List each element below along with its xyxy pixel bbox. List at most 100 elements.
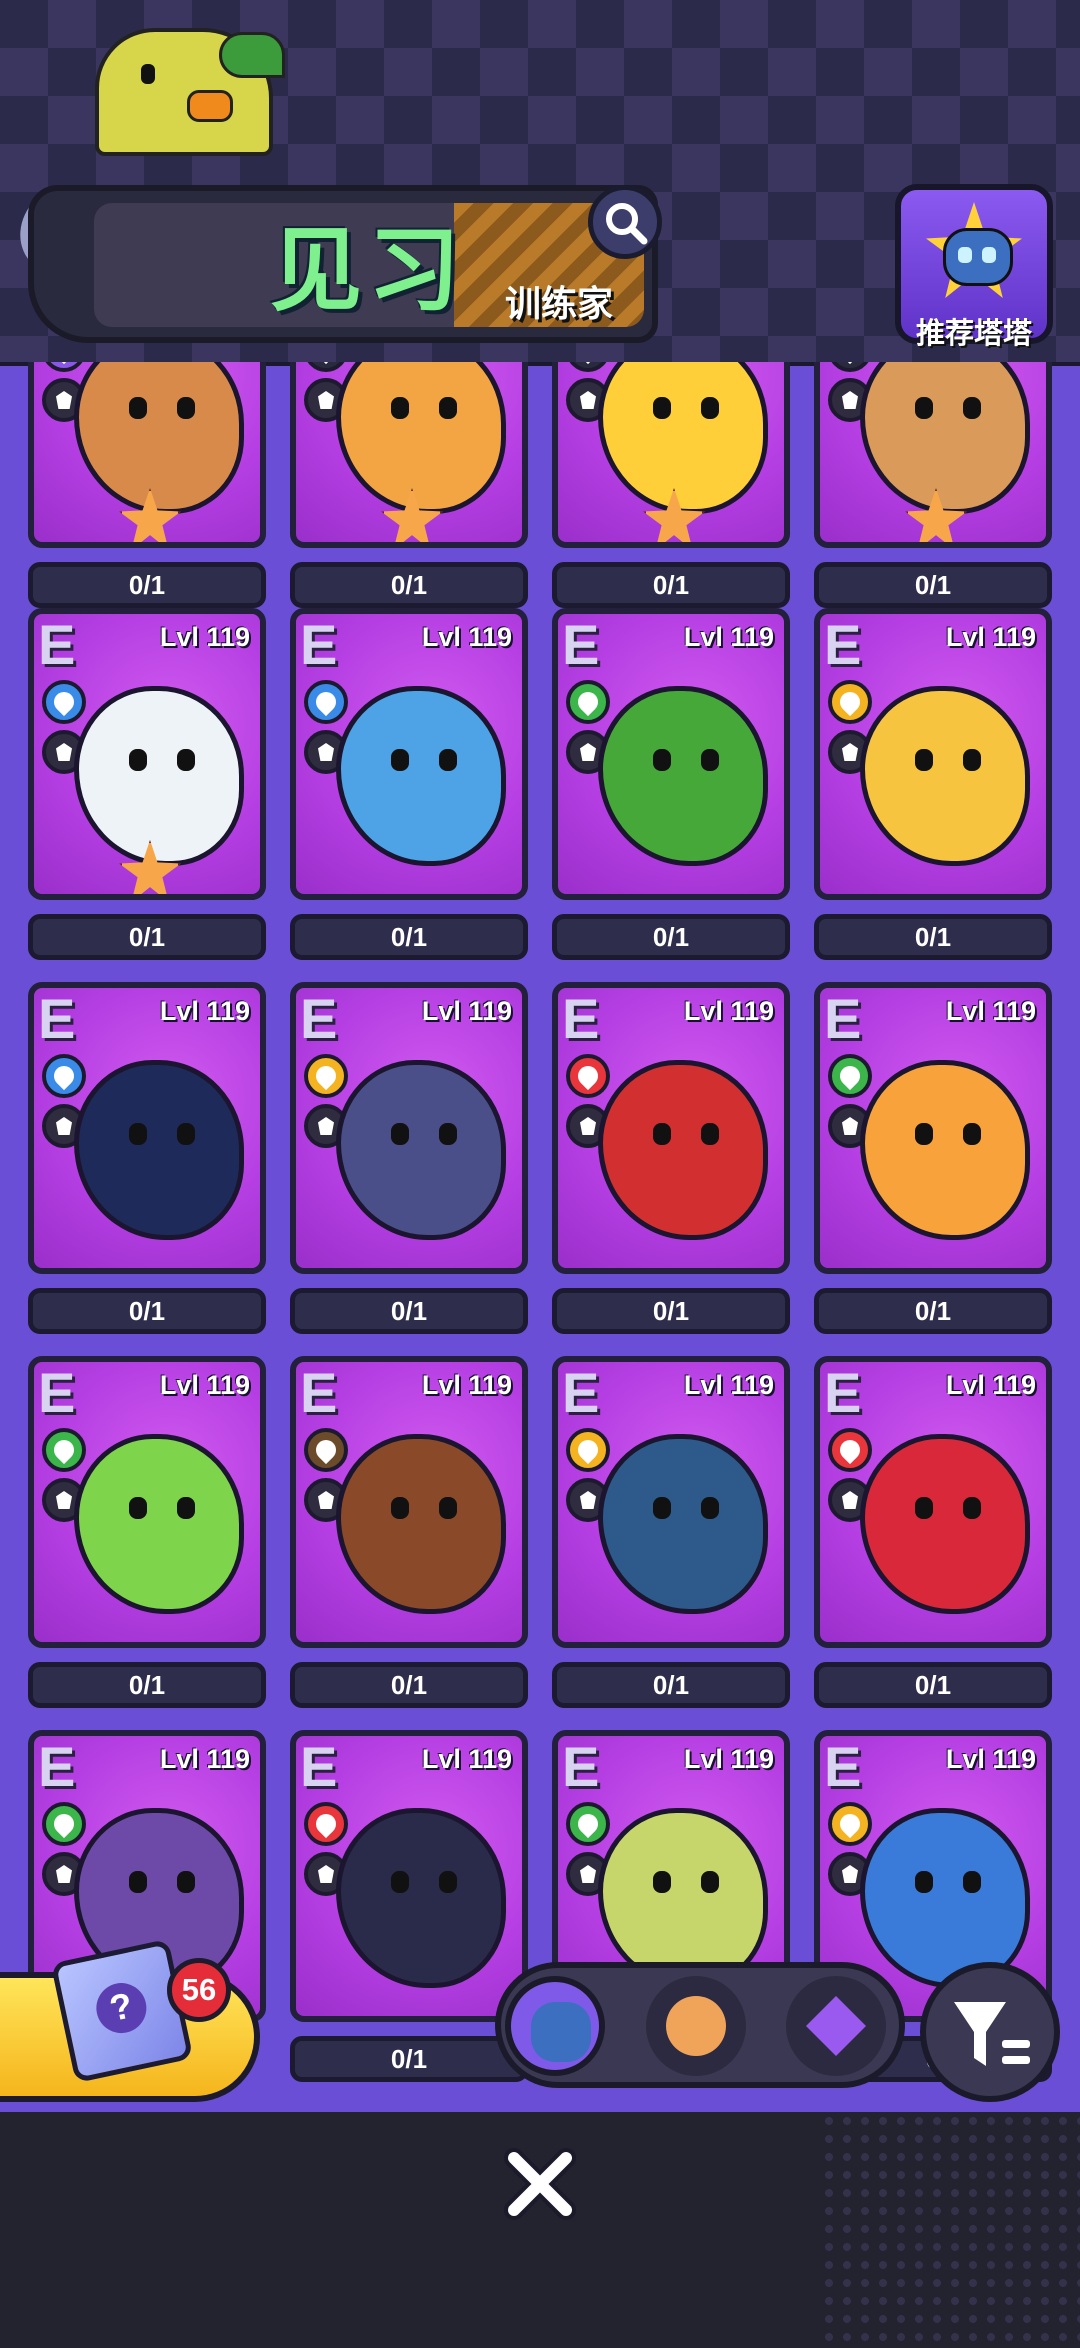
pet-card[interactable]: E Lvl 119 <box>814 608 1052 900</box>
pet-portrait-icon <box>860 686 1030 866</box>
rarity-rank: E <box>824 1361 862 1424</box>
collect-counter: 0/1 <box>814 914 1052 960</box>
recommend-tata-label: 推荐塔塔 <box>915 318 1032 350</box>
element-icon <box>828 680 872 724</box>
pet-portrait-icon <box>860 362 1030 514</box>
element-icon <box>828 362 872 372</box>
collect-counter: 0/1 <box>552 1662 790 1708</box>
rarity-rank: E <box>38 613 76 676</box>
category-tab-bar <box>495 1962 905 2088</box>
pet-portrait-icon <box>598 362 768 514</box>
rarity-rank: E <box>824 613 862 676</box>
collect-counter: 0/1 <box>290 1288 528 1334</box>
close-icon[interactable] <box>500 2144 580 2224</box>
pet-level: Lvl 119 <box>683 622 774 652</box>
pet-card[interactable]: E Lvl 119 <box>552 1356 790 1648</box>
pet-card[interactable]: E Lvl 119 <box>814 982 1052 1274</box>
pet-portrait-icon <box>74 1060 244 1240</box>
rank-subtitle: 训练家 <box>505 283 614 324</box>
element-icon <box>42 1428 86 1472</box>
robot-eye-right <box>982 247 996 263</box>
pet-card[interactable]: E Lvl 119 <box>28 1356 266 1648</box>
element-icon <box>828 1802 872 1846</box>
pet-card[interactable]: E Lvl 119 <box>28 982 266 1274</box>
robot-eye-left <box>958 247 972 263</box>
element-icon <box>304 1054 348 1098</box>
pet-portrait-icon <box>74 1434 244 1614</box>
recommend-tata-button[interactable]: 推荐塔塔 <box>895 184 1053 350</box>
search-icon <box>606 203 648 245</box>
pet-level: Lvl 119 <box>421 622 512 652</box>
rarity-rank: E <box>562 987 600 1050</box>
pet-portrait-icon <box>860 1060 1030 1240</box>
element-icon <box>42 1054 86 1098</box>
pet-card[interactable]: E Lvl 119 <box>290 608 528 900</box>
search-button[interactable] <box>588 185 662 259</box>
element-icon <box>828 1428 872 1472</box>
rarity-rank: E <box>300 1361 338 1424</box>
pet-card[interactable]: E Lvl 119 <box>290 982 528 1274</box>
collect-counter: 0/1 <box>28 914 266 960</box>
collect-counter: 0/1 <box>552 914 790 960</box>
pet-level: Lvl 119 <box>421 996 512 1026</box>
pet-portrait-icon <box>336 1808 506 1988</box>
duck-mascot-icon <box>95 28 285 156</box>
pet-level: Lvl 119 <box>159 996 250 1026</box>
pet-collection-grid: 0/1 0/1 0/1 0/1 E Lvl 119 0/1 E Lvl 119 0/1 E Lvl 1… <box>0 362 1080 2112</box>
rarity-rank: E <box>824 1735 862 1798</box>
pet-portrait-icon <box>598 1808 768 1988</box>
pet-level: Lvl 119 <box>945 996 1036 1026</box>
rank-title: 见习 <box>270 220 467 322</box>
filter-button[interactable] <box>920 1962 1060 2102</box>
collect-counter: 0/1 <box>814 562 1052 608</box>
rarity-rank: E <box>562 1361 600 1424</box>
element-icon <box>566 680 610 724</box>
collect-counter: 0/1 <box>28 1288 266 1334</box>
pet-card[interactable]: E Lvl 119 <box>290 1356 528 1648</box>
collect-counter: 0/1 <box>814 1662 1052 1708</box>
pet-portrait-icon <box>336 686 506 866</box>
element-icon <box>566 1054 610 1098</box>
element-icon <box>304 680 348 724</box>
pet-portrait-icon <box>860 1808 1030 1988</box>
pet-card[interactable]: E Lvl 119 <box>814 1356 1052 1648</box>
pet-card[interactable] <box>552 362 790 548</box>
crystal-cat-icon <box>806 1996 866 2056</box>
element-icon <box>304 362 348 372</box>
element-icon <box>566 362 610 372</box>
collect-counter: 0/1 <box>28 1662 266 1708</box>
pet-card[interactable]: E Lvl 119 <box>290 1730 528 2022</box>
pet-card[interactable]: E Lvl 119 <box>552 982 790 1274</box>
collect-counter: 0/1 <box>28 562 266 608</box>
pet-level: Lvl 119 <box>421 1370 512 1400</box>
tab-pets[interactable] <box>646 1976 746 2076</box>
duck-beak <box>187 90 233 122</box>
tab-elite[interactable] <box>786 1976 886 2076</box>
robot-cat-icon <box>943 228 1013 286</box>
collect-counter: 0/1 <box>290 2036 528 2082</box>
leaf-icon <box>219 32 285 78</box>
collect-counter: 0/1 <box>552 1288 790 1334</box>
pet-card[interactable]: E Lvl 119 <box>28 608 266 900</box>
pet-card[interactable] <box>28 362 266 548</box>
pet-portrait-icon <box>598 686 768 866</box>
rarity-rank: E <box>38 1361 76 1424</box>
pet-level: Lvl 119 <box>683 996 774 1026</box>
element-icon <box>566 1802 610 1846</box>
mystery-box-glyph: ? <box>91 1978 152 2038</box>
dot-pattern-decoration <box>820 2112 1080 2348</box>
duck-eye <box>141 64 155 84</box>
pet-card[interactable] <box>290 362 528 548</box>
rarity-rank: E <box>300 987 338 1050</box>
lootbox-count-badge: 56 <box>167 1958 231 2022</box>
tab-tata[interactable] <box>505 1976 605 2076</box>
collect-counter: 0/1 <box>290 562 528 608</box>
pet-level: Lvl 119 <box>945 1744 1036 1774</box>
mystery-box-icon[interactable]: ? <box>50 1938 194 2084</box>
pet-portrait-icon <box>860 1434 1030 1614</box>
pet-level: Lvl 119 <box>945 1370 1036 1400</box>
pet-card[interactable] <box>814 362 1052 548</box>
pet-card[interactable]: E Lvl 119 <box>552 608 790 900</box>
rarity-rank: E <box>38 987 76 1050</box>
cat-face-icon <box>531 2002 591 2062</box>
